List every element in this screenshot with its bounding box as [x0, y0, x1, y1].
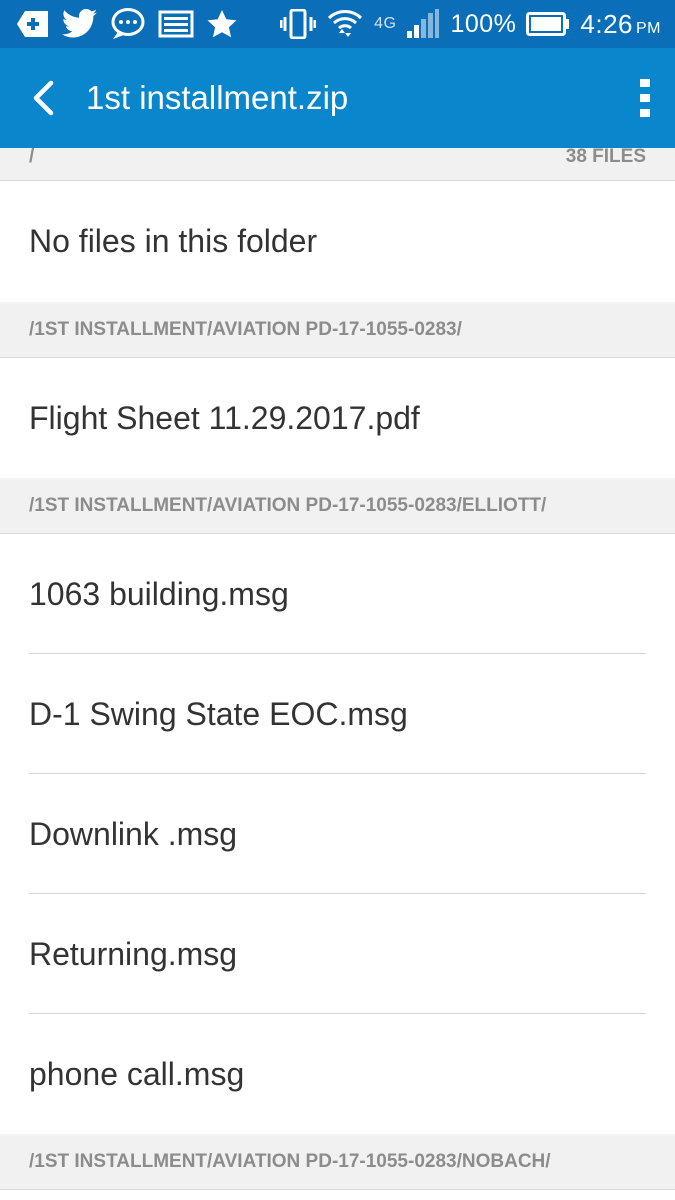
- twitter-icon: [62, 7, 98, 41]
- back-button[interactable]: [0, 48, 86, 148]
- file-count: 38 FILES: [565, 146, 646, 167]
- overflow-menu-button[interactable]: [615, 48, 675, 148]
- app-bar: 1st installment.zip: [0, 48, 675, 148]
- add-icon: [16, 7, 50, 41]
- section-path: /1ST INSTALLMENT/AVIATION PD-17-1055-028…: [29, 494, 547, 516]
- vibrate-icon: [280, 7, 317, 41]
- page-title: 1st installment.zip: [86, 79, 349, 116]
- battery-icon: [526, 7, 570, 41]
- section-header-elliott: /1ST INSTALLMENT/AVIATION PD-17-1055-028…: [0, 478, 675, 534]
- section-header-root: / 38 FILES: [0, 146, 675, 181]
- wifi-icon: [326, 7, 364, 41]
- image-icon: [158, 7, 194, 41]
- chat-bubble-icon: [110, 7, 146, 41]
- signal-icon: [406, 7, 440, 41]
- lte-icon: 4G: [374, 15, 397, 32]
- file-item-downlink[interactable]: Downlink .msg: [0, 774, 675, 894]
- chevron-left-icon: [33, 80, 54, 116]
- file-item-d1-swing-state[interactable]: D-1 Swing State EOC.msg: [0, 654, 675, 774]
- file-item-flight-sheet[interactable]: Flight Sheet 11.29.2017.pdf: [0, 358, 675, 478]
- status-left-icons: [16, 7, 238, 41]
- section-path: /1ST INSTALLMENT/AVIATION PD-17-1055-028…: [29, 318, 462, 340]
- battery-percent: 100%: [450, 9, 517, 38]
- file-item-1063-building[interactable]: 1063 building.msg: [0, 534, 675, 654]
- section-path: /1ST INSTALLMENT/AVIATION PD-17-1055-028…: [29, 1150, 551, 1172]
- file-item-phone-call[interactable]: phone call.msg: [0, 1014, 675, 1134]
- empty-folder-message: No files in this folder: [0, 181, 675, 302]
- more-vert-icon: [640, 79, 650, 117]
- section-path: /: [29, 146, 35, 167]
- section-header-nobach: /1ST INSTALLMENT/AVIATION PD-17-1055-028…: [0, 1134, 675, 1190]
- clock: 4:26 PM: [580, 8, 661, 39]
- status-bar: 4G 100% 4:26 PM: [0, 0, 675, 48]
- file-item-returning[interactable]: Returning.msg: [0, 894, 675, 1014]
- star-icon: [206, 7, 238, 41]
- status-right-icons: 4G 100% 4:26 PM: [280, 7, 661, 41]
- file-list: / 38 FILES No files in this folder /1ST …: [0, 146, 675, 1190]
- section-header-aviation: /1ST INSTALLMENT/AVIATION PD-17-1055-028…: [0, 302, 675, 358]
